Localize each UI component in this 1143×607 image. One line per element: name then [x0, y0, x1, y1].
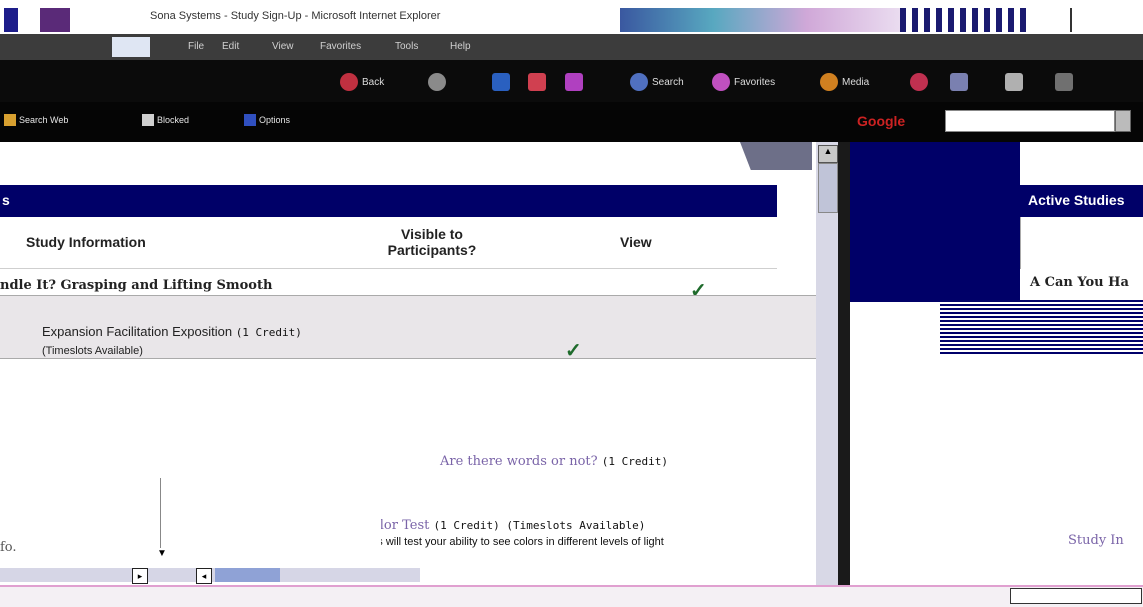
active-studies-box — [1020, 217, 1143, 269]
dropdown-arrow-icon[interactable]: ▼ — [155, 548, 169, 562]
frame-divider[interactable] — [838, 142, 850, 605]
mail-icon — [950, 73, 968, 91]
media-icon — [820, 73, 838, 91]
study-row-3[interactable]: Are there words or not? (1 Credit) — [440, 454, 668, 469]
history-icon — [910, 73, 928, 91]
favorites-label: Favorites — [734, 76, 776, 88]
menu-bar — [0, 34, 1143, 60]
titlebar-segment — [40, 8, 70, 32]
star-icon — [712, 73, 730, 91]
scroll-up-icon[interactable]: ▲ — [818, 145, 838, 163]
media-button[interactable]: Media — [820, 71, 869, 93]
google-dropdown-button[interactable] — [1115, 110, 1131, 132]
study-row-3-credit: (1 Credit) — [601, 455, 668, 468]
history-button[interactable] — [910, 71, 928, 93]
printer-icon — [1005, 73, 1023, 91]
menu-edit[interactable]: Edit — [222, 41, 239, 52]
menu-tools[interactable]: Tools — [395, 41, 418, 52]
media-label: Media — [842, 76, 870, 88]
column-view: View — [620, 234, 652, 250]
refresh-button[interactable] — [528, 71, 546, 93]
print-button[interactable] — [1005, 71, 1023, 93]
cut-off-text: fo. — [0, 540, 17, 555]
scroll-right-icon[interactable]: ▸ — [132, 568, 148, 584]
right-navy-block — [850, 142, 1020, 302]
column-visible: Visible to Participants? — [387, 226, 477, 258]
menu-favorites[interactable]: Favorites — [320, 41, 361, 52]
stop-icon — [492, 73, 510, 91]
edit-icon — [1055, 73, 1073, 91]
status-zone — [1010, 588, 1142, 604]
section-header: s — [0, 185, 777, 217]
vertical-scroll-thumb[interactable] — [818, 163, 838, 213]
refresh-icon — [528, 73, 546, 91]
window-controls[interactable] — [1070, 8, 1143, 32]
forward-arrow-icon — [428, 73, 446, 91]
back-arrow-icon — [340, 73, 358, 91]
popup-blocker-button[interactable]: Blocked — [142, 114, 189, 126]
favorites-button[interactable]: Favorites — [712, 71, 775, 93]
stripe-overlay — [940, 300, 1143, 356]
study-info-link[interactable]: Study In — [1068, 533, 1124, 548]
status-bar — [0, 585, 1143, 607]
study-row-4-credit: (1 Credit) (Timeslots Available) — [433, 519, 646, 532]
active-study-1[interactable]: A Can You Ha — [1030, 275, 1129, 290]
scroll-left-icon[interactable]: ◂ — [196, 568, 212, 584]
window-title: Sona Systems - Study Sign-Up - Microsoft… — [150, 10, 441, 22]
section-title: s — [2, 192, 10, 208]
forward-button[interactable] — [428, 71, 446, 93]
study-row-2[interactable]: Expansion Facilitation Exposition (1 Cre… — [42, 324, 302, 339]
app-icon — [4, 8, 18, 32]
menu-help[interactable]: Help — [450, 41, 471, 52]
study-row-1-title[interactable]: ndle It? Grasping and Lifting Smooth — [0, 278, 272, 293]
search-icon — [630, 73, 648, 91]
visible-check-icon: ✓ — [565, 340, 582, 362]
google-search-input[interactable] — [945, 110, 1115, 132]
options-button[interactable]: Options — [244, 114, 290, 126]
active-studies-header: Active Studies — [1020, 185, 1143, 217]
titlebar-segment — [900, 8, 1030, 32]
search-label: Search — [652, 76, 684, 88]
options-label: Options — [259, 115, 291, 125]
header-decoration — [740, 142, 812, 170]
search-web-label: Search Web — [19, 115, 69, 125]
study-row-2-title: Expansion Facilitation Exposition — [42, 324, 233, 339]
horizontal-scroll-thumb[interactable] — [215, 568, 280, 582]
study-row-4[interactable]: Color Test (1 Credit) (Timeslots Availab… — [362, 518, 645, 533]
study-row-2-sub: (Timeslots Available) — [42, 345, 143, 357]
search-button[interactable]: Search — [630, 71, 684, 93]
study-row-2-credit: (1 Credit) — [235, 326, 302, 339]
windows-logo-icon — [112, 37, 150, 57]
popup-blocker-icon — [142, 114, 154, 126]
back-button[interactable]: Back — [340, 71, 384, 93]
study-row-4-desc: This will test your ability to see color… — [362, 536, 664, 548]
back-label: Back — [362, 76, 385, 88]
menu-file[interactable]: File — [188, 41, 204, 52]
row-divider — [0, 268, 777, 269]
blocked-label: Blocked — [157, 115, 190, 125]
options-icon — [244, 114, 256, 126]
google-logo: Google — [857, 113, 906, 129]
titlebar-segment — [620, 8, 900, 32]
menu-view[interactable]: View — [272, 41, 294, 52]
home-button[interactable] — [565, 71, 583, 93]
column-study-info: Study Information — [26, 234, 146, 250]
home-icon — [565, 73, 583, 91]
edit-button[interactable] — [1055, 71, 1073, 93]
study-row-3-title: Are there words or not? — [440, 454, 598, 469]
search-web-icon — [4, 114, 16, 126]
stop-button[interactable] — [492, 71, 510, 93]
search-web-button[interactable]: Search Web — [4, 114, 68, 126]
mail-button[interactable] — [950, 71, 968, 93]
active-studies-title: Active Studies — [1028, 192, 1125, 208]
frame-fragment — [160, 478, 381, 548]
